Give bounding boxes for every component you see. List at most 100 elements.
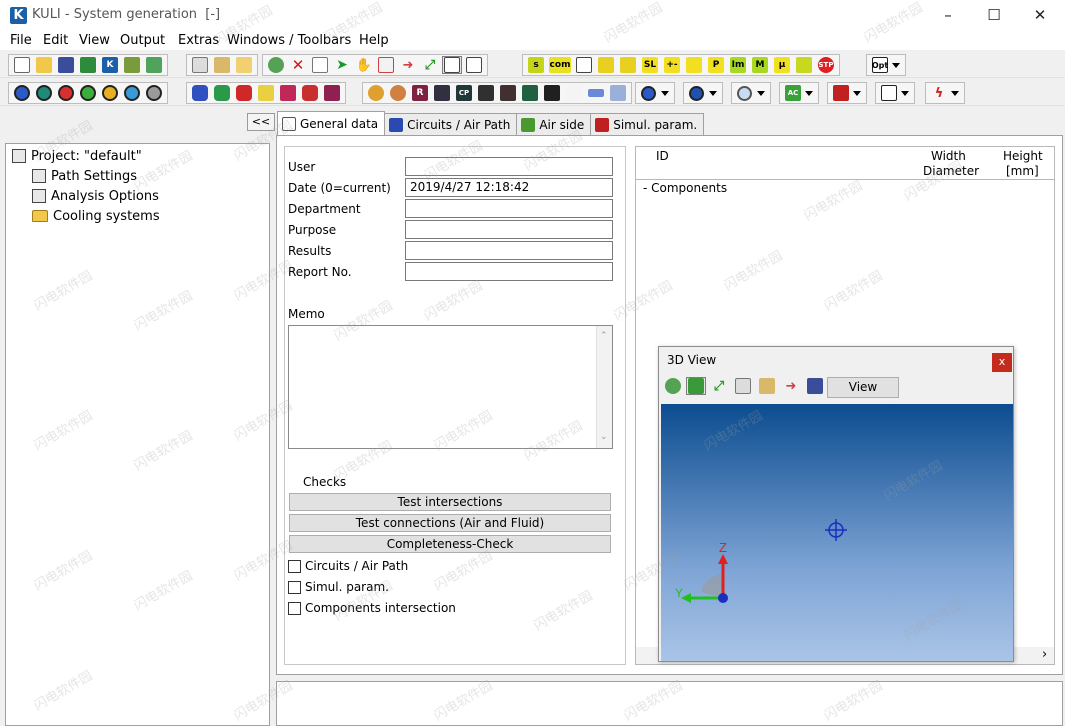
minimize-button[interactable]: – — [925, 0, 971, 31]
maximize-button[interactable]: ☐ — [971, 0, 1017, 31]
tab-circuits-air-path[interactable]: Circuits / Air Path — [384, 113, 518, 135]
3d-fit-button[interactable]: ⤢ — [709, 377, 729, 395]
3d-solid-button[interactable] — [686, 377, 706, 395]
results-field[interactable] — [405, 241, 613, 260]
bar-button[interactable] — [586, 84, 606, 102]
mu-button[interactable]: µ — [772, 56, 792, 74]
3d-viewport[interactable]: Z Y — [661, 404, 1013, 661]
valve-button[interactable] — [388, 84, 408, 102]
curve-button[interactable] — [574, 56, 594, 74]
paste-button[interactable] — [212, 56, 232, 74]
menu-output[interactable]: Output — [120, 33, 165, 48]
matrix-button[interactable] — [498, 84, 518, 102]
ac-dropdown[interactable]: AC — [782, 84, 816, 102]
stop-button[interactable]: STP — [816, 56, 836, 74]
circuit-red-button[interactable] — [56, 84, 76, 102]
map-button[interactable] — [476, 84, 496, 102]
electric-dropdown[interactable]: ϟ — [928, 84, 962, 102]
medium-dropdown[interactable] — [734, 84, 768, 102]
cooler-button[interactable] — [300, 84, 320, 102]
user-field[interactable] — [405, 157, 613, 176]
r-button[interactable]: R — [410, 84, 430, 102]
print-button[interactable] — [190, 56, 210, 74]
select-arrow-button[interactable]: ➤ — [332, 56, 352, 74]
menu-edit[interactable]: Edit — [43, 33, 68, 48]
checkbox-components-intersection[interactable]: Components intersection — [288, 599, 456, 617]
column-width[interactable]: Width — [931, 149, 966, 163]
pan-hand-button[interactable]: ✋ — [354, 56, 374, 74]
checkbox-box[interactable] — [288, 601, 301, 615]
tree-item-path-settings[interactable]: Path Settings — [32, 166, 137, 186]
test-intersections-button[interactable]: Test intersections — [289, 493, 611, 511]
open-file-button[interactable] — [34, 56, 54, 74]
close-window-button[interactable]: ✕ — [1017, 0, 1063, 31]
flame-button[interactable] — [564, 84, 584, 102]
radiator-green-button[interactable] — [212, 84, 232, 102]
export-button[interactable] — [144, 56, 164, 74]
3d-export-button[interactable]: ➜ — [781, 377, 801, 395]
report-button[interactable] — [464, 56, 484, 74]
checkbox-simul-param[interactable]: Simul. param. — [288, 578, 389, 596]
chevron-right-icon[interactable]: › — [1042, 647, 1047, 662]
menu-file[interactable]: File — [10, 33, 32, 48]
search-tool-button[interactable] — [234, 56, 254, 74]
circuit-cyan-button[interactable] — [122, 84, 142, 102]
circuit-teal-button[interactable] — [34, 84, 54, 102]
collapse-panel-button[interactable]: << — [247, 113, 275, 131]
3d-refresh-button[interactable] — [663, 377, 683, 395]
checkbox-circuits-air-path[interactable]: Circuits / Air Path — [288, 557, 408, 575]
report-no-field[interactable] — [405, 262, 613, 281]
save-button[interactable] — [56, 56, 76, 74]
memo-scrollbar[interactable]: ⌃ ⌄ — [596, 326, 612, 448]
kuli-button[interactable]: K — [100, 56, 120, 74]
radiator-blue-button[interactable] — [190, 84, 210, 102]
3d-save-button[interactable] — [805, 377, 825, 395]
circuit-dropdown[interactable] — [686, 84, 720, 102]
pipe-button[interactable] — [256, 84, 276, 102]
scom-button[interactable]: s — [526, 56, 546, 74]
circuit-gray-button[interactable] — [144, 84, 164, 102]
components-root-row[interactable]: - Components — [643, 181, 727, 195]
coolant-dropdown[interactable] — [638, 84, 672, 102]
circuit-green-button[interactable] — [78, 84, 98, 102]
cube-button[interactable] — [596, 56, 616, 74]
menu-view[interactable]: View — [79, 33, 110, 48]
delete-button[interactable]: ✕ — [288, 56, 308, 74]
checkbox-box[interactable] — [288, 559, 301, 573]
menu-extras[interactable]: Extras — [178, 33, 219, 48]
memo-textarea[interactable]: ⌃ ⌄ — [288, 325, 613, 449]
move-button[interactable]: ➜ — [398, 56, 418, 74]
copy-button[interactable] — [310, 56, 330, 74]
result-dropdown[interactable] — [830, 84, 864, 102]
save-as-button[interactable] — [78, 56, 98, 74]
checkbox-box[interactable] — [288, 580, 301, 594]
menu-windows-toolbars[interactable]: Windows / Toolbars — [227, 33, 351, 48]
m-button[interactable]: M — [750, 56, 770, 74]
fan-button[interactable] — [278, 84, 298, 102]
circuit-yellow-button[interactable] — [100, 84, 120, 102]
box-button[interactable] — [542, 84, 562, 102]
sl-button[interactable]: SL — [640, 56, 660, 74]
date-field[interactable]: 2019/4/27 12:18:42 — [405, 178, 613, 197]
3d-view-close-button[interactable]: x — [992, 353, 1012, 372]
department-field[interactable] — [405, 199, 613, 218]
warning-button[interactable] — [520, 84, 540, 102]
tree-item-cooling-systems[interactable]: Cooling systems — [32, 206, 160, 226]
condenser-button[interactable] — [322, 84, 342, 102]
circuit-blue-button[interactable] — [12, 84, 32, 102]
new-file-button[interactable] — [12, 56, 32, 74]
chart-button[interactable] — [442, 56, 462, 74]
com-button[interactable]: com — [548, 56, 572, 74]
stamp-button[interactable] — [618, 56, 638, 74]
network-button[interactable] — [794, 56, 814, 74]
purpose-field[interactable] — [405, 220, 613, 239]
tab-air-side[interactable]: Air side — [516, 113, 592, 135]
tool-button[interactable] — [122, 56, 142, 74]
tree-item-project[interactable]: Project: "default" — [12, 146, 142, 166]
test-connections-button[interactable]: Test connections (Air and Fluid) — [289, 514, 611, 532]
eraser-button[interactable] — [376, 56, 396, 74]
fit-all-button[interactable]: ⤢ — [420, 56, 440, 74]
options-dropdown[interactable]: Opt — [869, 56, 903, 74]
plus-minus-button[interactable]: +- — [662, 56, 682, 74]
gear-tool-button[interactable] — [366, 84, 386, 102]
